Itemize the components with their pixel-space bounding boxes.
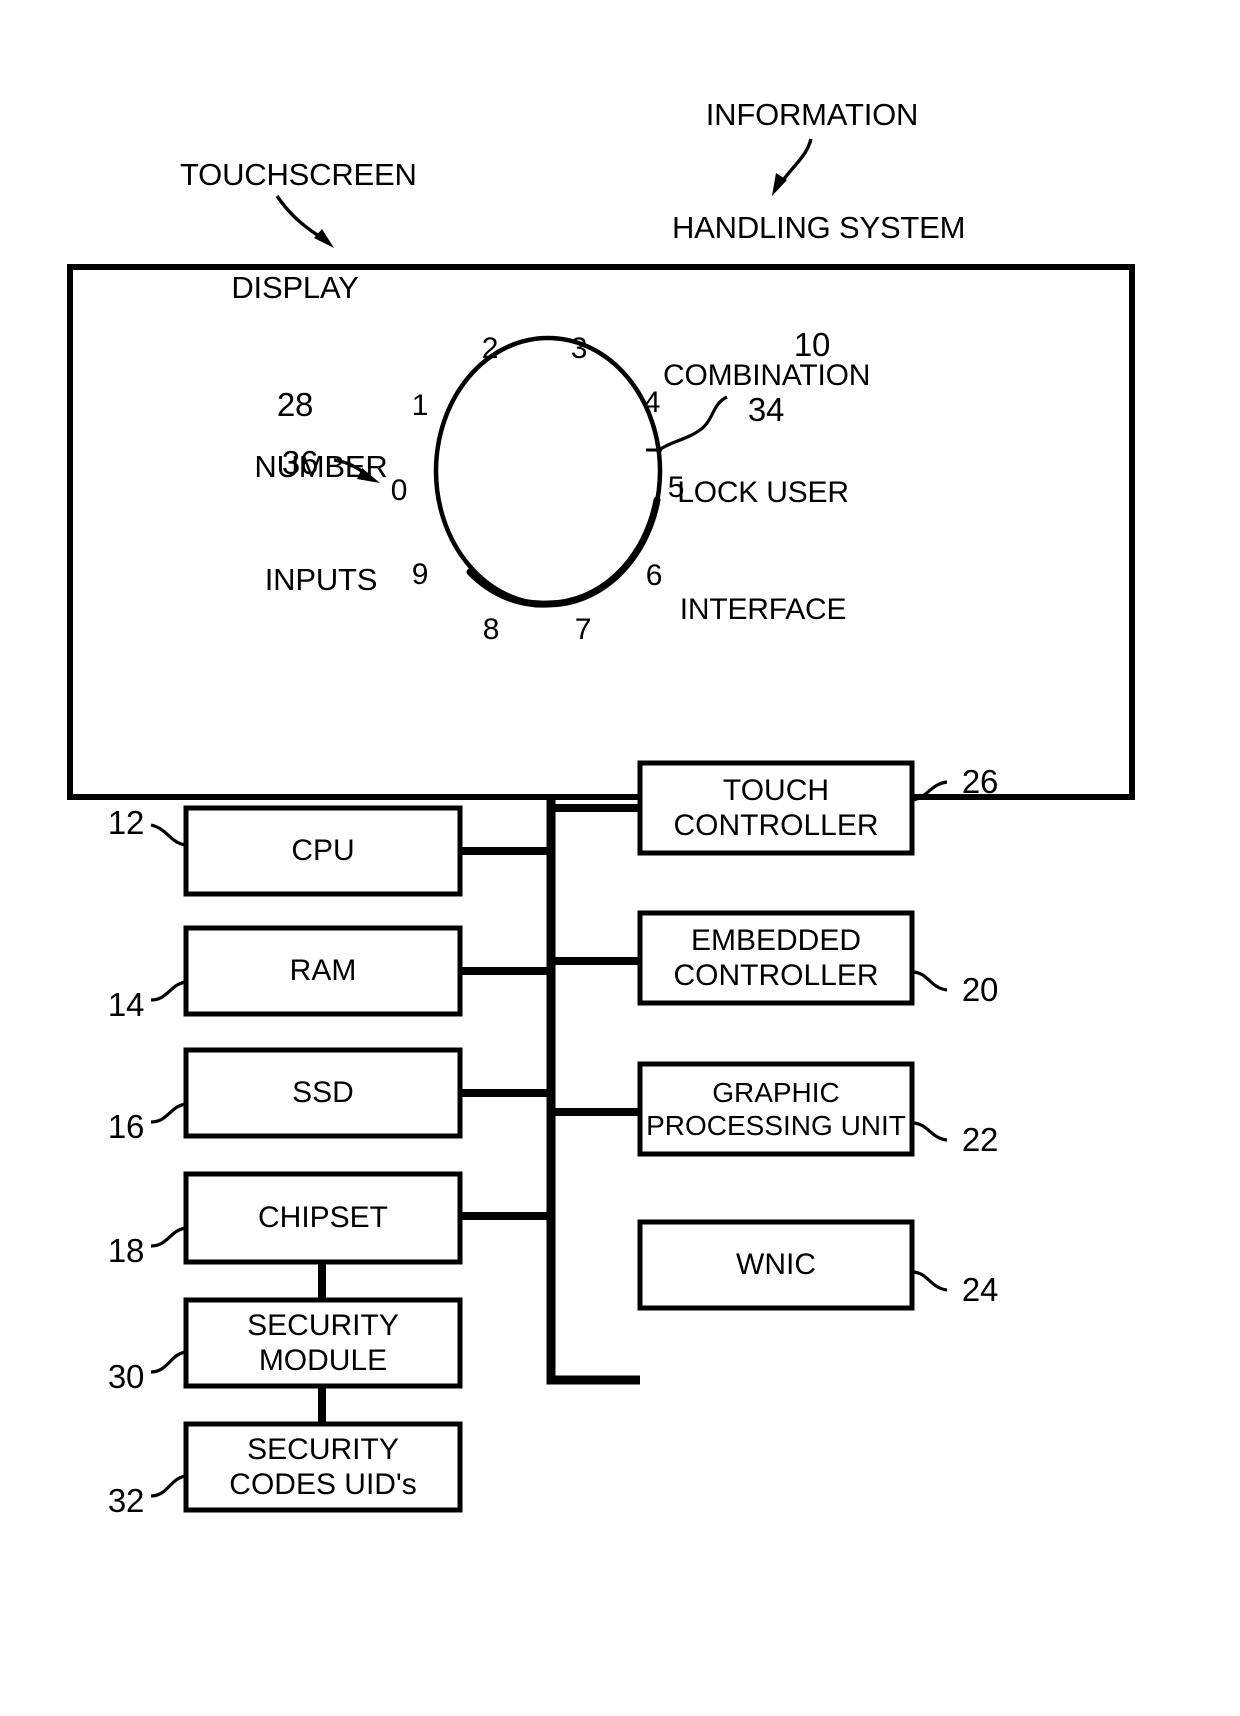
leader-line-18 (150, 1226, 187, 1248)
ref-number-26: 26 (961, 763, 999, 800)
leader-line-20 (911, 970, 948, 992)
block-wnic[interactable] (637, 1219, 915, 1311)
ref-number-24: 24 (961, 1271, 999, 1308)
leader-line-30 (150, 1350, 187, 1374)
dial-number-5[interactable]: 5 (661, 470, 691, 507)
dial-number-9[interactable]: 9 (405, 557, 435, 594)
dial-number-4[interactable]: 4 (637, 385, 667, 422)
block-cpu[interactable] (183, 805, 463, 897)
patent-figure-canvas: TOUCHSCREEN DISPLAY 2 8 INFORMATION HANDL… (0, 0, 1240, 1716)
leader-line-16 (150, 1102, 187, 1124)
ref-number-22: 22 (961, 1121, 999, 1158)
ref-number-16: 16 (107, 1108, 145, 1145)
combination-lock-ui-line3: INTERFACE (679, 593, 847, 626)
ref-number-20: 20 (961, 971, 999, 1008)
ref-number-14: 14 (107, 986, 145, 1023)
leader-line-12 (150, 823, 187, 847)
combination-lock-ui-caption: COMBINATION LOCK USER INTERFACE (663, 278, 870, 707)
leader-line-22 (911, 1121, 948, 1142)
number-inputs-line2: INPUTS (264, 562, 378, 598)
block-ram[interactable] (183, 925, 463, 1017)
ref-number-12: 12 (107, 804, 145, 841)
ref-number-32: 32 (107, 1482, 145, 1519)
block-security-codes-uids[interactable] (183, 1421, 463, 1513)
system-bus-lower-jog (546, 1262, 640, 1385)
dial-number-2[interactable]: 2 (475, 331, 505, 368)
block-chipset[interactable] (183, 1171, 463, 1265)
block-graphic-processing-unit[interactable] (637, 1061, 915, 1157)
leader-line-14 (150, 980, 187, 1002)
ref-number-34: 34 (747, 391, 785, 428)
dial-number-1[interactable]: 1 (405, 388, 435, 425)
block-embedded-controller[interactable] (637, 910, 915, 1006)
block-security-module[interactable] (183, 1297, 463, 1389)
touchscreen-display-line1: TOUCHSCREEN (180, 156, 417, 192)
leader-line-32 (150, 1474, 187, 1498)
dial-number-3[interactable]: 3 (564, 331, 594, 368)
number-inputs-callout: NUMBER INPUTS (232, 372, 410, 675)
dial-number-0[interactable]: 0 (384, 473, 414, 510)
ref-number-30: 30 (107, 1358, 145, 1395)
dial-number-6[interactable]: 6 (639, 558, 669, 595)
block-ssd[interactable] (183, 1047, 463, 1139)
dial-number-7[interactable]: 7 (568, 612, 598, 649)
touchscreen-display-line2: DISPLAY (231, 270, 359, 306)
block-touch-controller[interactable] (637, 760, 915, 856)
ref-number-36: 36 (281, 444, 319, 481)
information-handling-system-line2: HANDLING SYSTEM (672, 210, 966, 246)
leader-line-24 (911, 1270, 948, 1292)
combination-lock-ui-line2: LOCK USER (677, 476, 849, 509)
ref-number-18: 18 (107, 1232, 145, 1269)
information-handling-system-line1: INFORMATION (705, 96, 919, 132)
dial-number-8[interactable]: 8 (476, 612, 506, 649)
